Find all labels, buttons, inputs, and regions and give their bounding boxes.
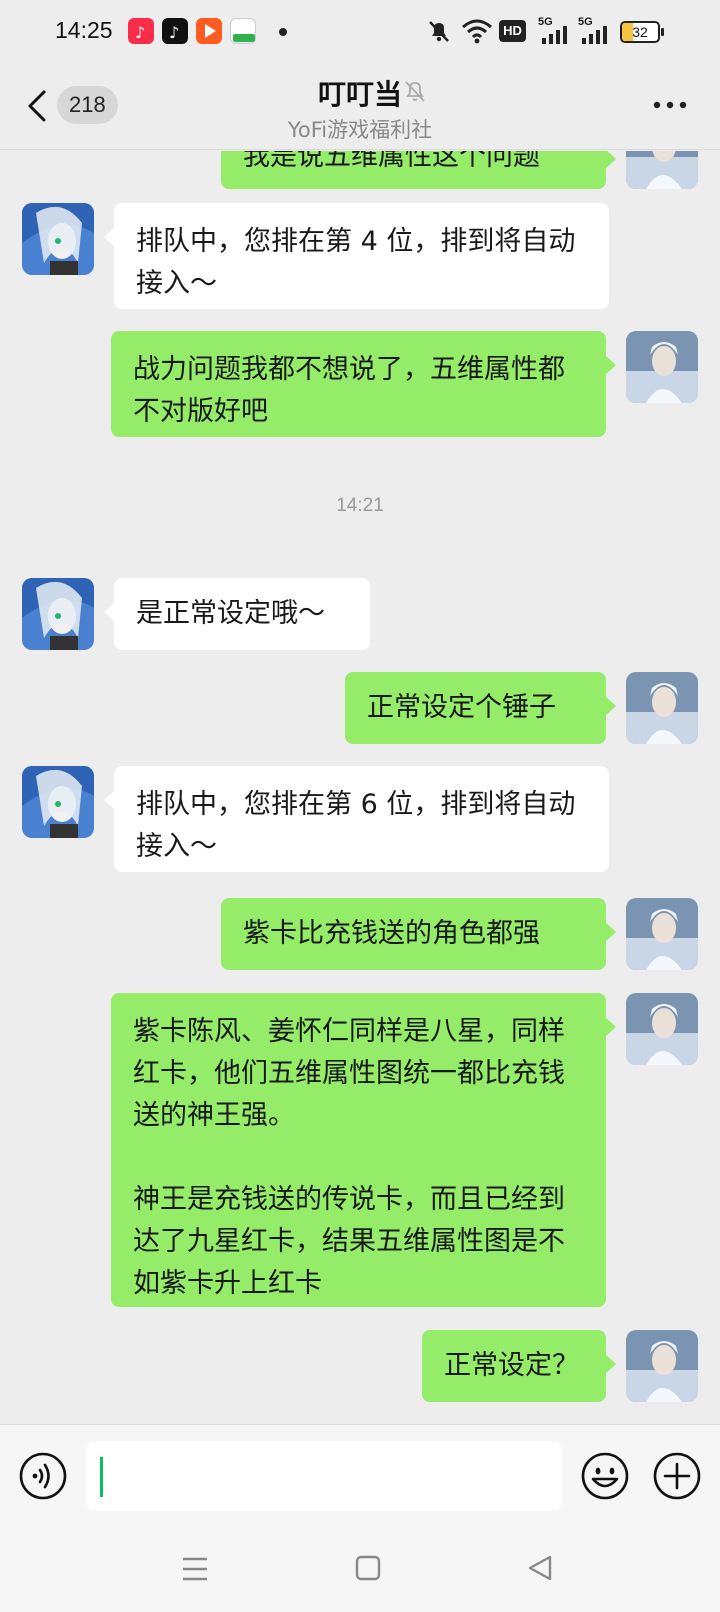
my-avatar[interactable] xyxy=(626,331,698,403)
system-nav-bar xyxy=(0,1526,720,1612)
my-avatar[interactable] xyxy=(626,993,698,1065)
message-bubble-outgoing[interactable]: 紫卡陈风、姜怀仁同样是八星，同样红卡，他们五维属性图统一都比充钱送的神王强。 神… xyxy=(111,993,616,1307)
message-bubble-outgoing[interactable]: 正常设定个锤子 xyxy=(345,672,616,744)
chat-subtitle: YoFi游戏福利社 xyxy=(287,118,433,142)
chat-title: 叮叮当 xyxy=(317,78,402,111)
plus-icon[interactable] xyxy=(652,1451,702,1501)
battery-icon: 32 xyxy=(620,21,664,43)
my-avatar[interactable] xyxy=(626,672,698,744)
message-bubble-outgoing[interactable]: 正常设定？ xyxy=(422,1330,616,1402)
message-input[interactable] xyxy=(86,1441,562,1511)
message-list[interactable]: 我是说五维属性这个问题 排队中，您排在第 4 位，排到将自动接入～ 战力问题我都… xyxy=(0,151,720,1423)
hd-badge: HD xyxy=(499,20,526,42)
voice-icon[interactable] xyxy=(18,1451,68,1501)
my-avatar[interactable] xyxy=(626,898,698,970)
back-triangle-icon[interactable] xyxy=(526,1554,554,1582)
video-app-icon xyxy=(196,18,222,44)
chat-header: 218 叮叮当 YoFi游戏福利社 xyxy=(0,64,720,150)
message-bubble-outgoing[interactable]: 紫卡比充钱送的角色都强 xyxy=(221,898,616,970)
tiktok-app-icon: ♪ xyxy=(162,18,188,44)
message-bubble-incoming[interactable]: 排队中，您排在第 6 位，排到将自动接入～ xyxy=(104,766,609,872)
signal-icon-2: 5G xyxy=(578,16,610,44)
wifi-icon xyxy=(462,19,492,44)
status-bar: 14:25 ♪ ♪ HD 5G 5G 32 xyxy=(0,0,720,64)
contact-avatar[interactable] xyxy=(22,766,94,838)
message-bubble-outgoing[interactable]: 我是说五维属性这个问题 xyxy=(221,151,616,189)
my-avatar[interactable] xyxy=(626,151,698,189)
oppo-app-icon xyxy=(230,18,256,44)
status-time: 14:25 xyxy=(55,17,113,43)
my-avatar[interactable] xyxy=(626,1330,698,1402)
more-dots-icon[interactable] xyxy=(652,100,688,110)
bell-off-icon xyxy=(405,81,425,102)
bell-off-status-icon xyxy=(429,21,449,42)
home-icon[interactable] xyxy=(354,1554,382,1582)
notification-dot xyxy=(279,28,287,36)
emoji-icon[interactable] xyxy=(580,1451,630,1501)
message-bubble-outgoing[interactable]: 战力问题我都不想说了，五维属性都不对版好吧 xyxy=(111,331,616,437)
contact-avatar[interactable] xyxy=(22,578,94,650)
svg-text:♪: ♪ xyxy=(169,23,179,42)
message-bubble-incoming[interactable]: 是正常设定哦～ xyxy=(104,578,370,650)
message-bubble-incoming[interactable]: 排队中，您排在第 4 位，排到将自动接入～ xyxy=(104,203,609,309)
message-timestamp: 14:21 xyxy=(336,495,384,516)
menu-icon[interactable] xyxy=(181,1556,209,1582)
contact-avatar[interactable] xyxy=(22,203,94,275)
signal-icon-1: 5G xyxy=(538,16,570,44)
svg-text:♪: ♪ xyxy=(135,23,145,42)
music-app-icon: ♪ xyxy=(128,18,154,44)
text-cursor xyxy=(100,1457,103,1497)
input-bar xyxy=(0,1424,720,1526)
